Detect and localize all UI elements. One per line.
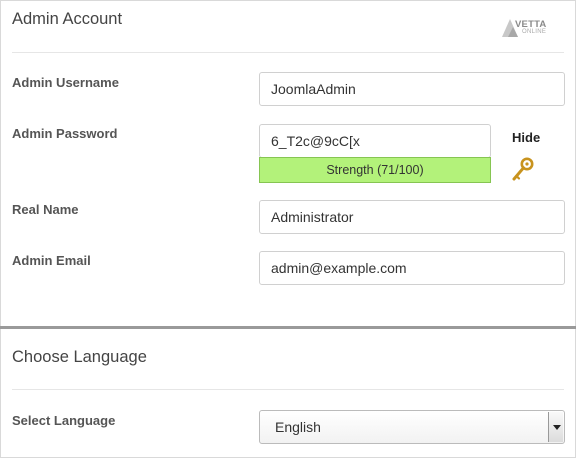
divider — [12, 389, 564, 390]
key-icon[interactable] — [510, 157, 534, 183]
hide-password-link[interactable]: Hide — [512, 130, 540, 145]
language-select[interactable]: English — [259, 410, 565, 444]
select-language-label: Select Language — [12, 413, 116, 428]
password-strength-meter: Strength (71/100) — [259, 157, 491, 183]
password-label: Admin Password — [12, 126, 118, 141]
admin-email-input[interactable]: admin@example.com — [259, 251, 565, 285]
section-separator — [0, 326, 576, 329]
admin-account-title: Admin Account — [12, 10, 123, 28]
password-input[interactable]: 6_T2c@9cC[x — [259, 124, 491, 158]
chevron-down-icon[interactable] — [548, 412, 563, 442]
language-selected-value: English — [275, 419, 321, 435]
real-name-input[interactable]: Administrator — [259, 200, 565, 234]
divider — [12, 52, 564, 53]
username-label: Admin Username — [12, 75, 119, 90]
strength-text: Strength (71/100) — [326, 163, 424, 177]
username-input[interactable]: JoomlaAdmin — [259, 72, 565, 106]
admin-email-label: Admin Email — [12, 253, 91, 268]
choose-language-title: Choose Language — [12, 348, 147, 366]
logo-sub: ONLINE — [522, 29, 547, 35]
real-name-label: Real Name — [12, 202, 79, 217]
